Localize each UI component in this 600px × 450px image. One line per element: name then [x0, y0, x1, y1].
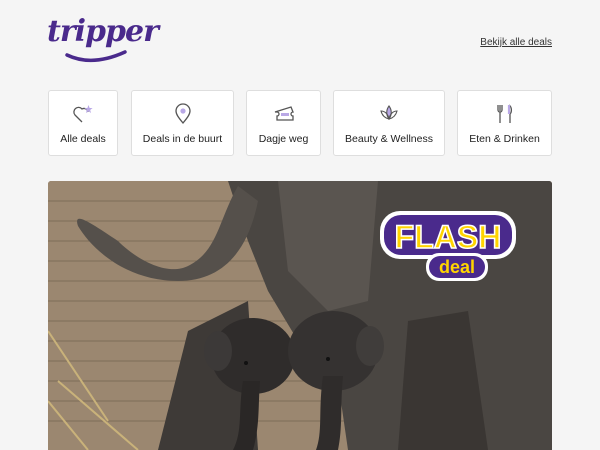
- category-food-drinks[interactable]: Eten & Drinken: [457, 90, 552, 156]
- category-nearby-deals[interactable]: Deals in de buurt: [131, 90, 234, 156]
- category-label: Eten & Drinken: [469, 133, 540, 145]
- category-all-deals[interactable]: Alle deals: [48, 90, 118, 156]
- ticket-icon: [274, 106, 294, 121]
- flash-deal-badge: FLASH deal: [380, 211, 516, 281]
- lotus-icon: [380, 105, 398, 120]
- category-label: Deals in de buurt: [142, 133, 223, 145]
- fork-knife-icon: [496, 104, 512, 123]
- badge-title: FLASH: [395, 219, 502, 255]
- category-day-out[interactable]: Dagje weg: [246, 90, 321, 156]
- badge-subtitle: deal: [439, 257, 475, 277]
- category-label: Dagje weg: [258, 133, 309, 145]
- flash-deal-banner[interactable]: FLASH deal: [48, 181, 552, 450]
- category-label: Alle deals: [60, 133, 106, 145]
- logo-smile-icon: [65, 50, 127, 62]
- category-label: Beauty & Wellness: [345, 133, 433, 145]
- view-all-deals-link[interactable]: Bekijk alle deals: [480, 37, 552, 48]
- heart-star-icon: [73, 105, 93, 123]
- category-beauty-wellness[interactable]: Beauty & Wellness: [333, 90, 445, 156]
- location-pin-icon: [174, 103, 191, 125]
- tripper-logo[interactable]: tripper: [47, 12, 159, 64]
